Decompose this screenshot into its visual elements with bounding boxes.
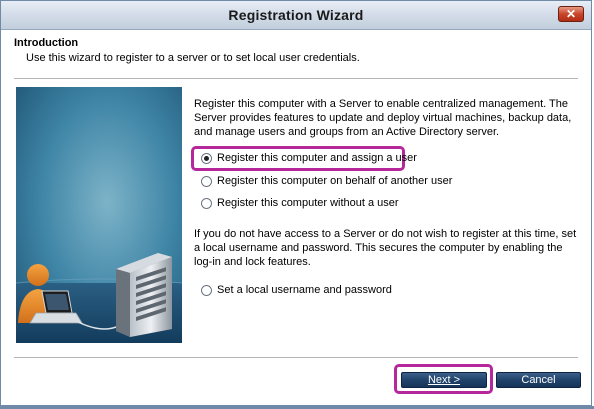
option-local-credentials[interactable]: Set a local username and password <box>201 282 392 298</box>
option-register-assign-user[interactable]: Register this computer and assign a user <box>201 150 417 166</box>
header-divider <box>14 78 578 79</box>
intro-text: Use this wizard to register to a server … <box>26 52 360 64</box>
next-button[interactable]: Next > <box>401 372 487 388</box>
cancel-button[interactable]: Cancel <box>496 372 581 388</box>
close-icon: ✕ <box>565 7 577 21</box>
option-label: Set a local username and password <box>217 284 392 296</box>
footer-divider <box>14 357 578 358</box>
local-account-description: If you do not have access to a Server or… <box>194 228 577 268</box>
option-label: Register this computer and assign a user <box>217 152 417 164</box>
registration-illustration <box>16 87 182 343</box>
title-bar[interactable]: Registration Wizard ✕ <box>1 1 591 30</box>
radio-unselected-icon[interactable] <box>201 197 212 209</box>
illustration-graphic <box>16 87 182 343</box>
register-description: Register this computer with a Server to … <box>194 98 572 138</box>
radio-unselected-icon[interactable] <box>201 284 212 296</box>
option-register-on-behalf[interactable]: Register this computer on behalf of anot… <box>201 173 452 189</box>
registration-wizard-window: Registration Wizard ✕ Introduction Use t… <box>0 0 592 406</box>
close-button[interactable]: ✕ <box>558 6 584 22</box>
intro-heading: Introduction <box>14 37 79 49</box>
option-register-without-user[interactable]: Register this computer without a user <box>201 195 399 211</box>
radio-unselected-icon[interactable] <box>201 175 212 187</box>
option-label: Register this computer on behalf of anot… <box>217 175 453 187</box>
next-button-label: Next > <box>427 374 461 386</box>
cancel-button-label: Cancel <box>521 374 556 386</box>
option-label: Register this computer without a user <box>217 197 399 209</box>
radio-selected-icon[interactable] <box>201 152 212 164</box>
window-title: Registration Wizard <box>228 7 364 23</box>
